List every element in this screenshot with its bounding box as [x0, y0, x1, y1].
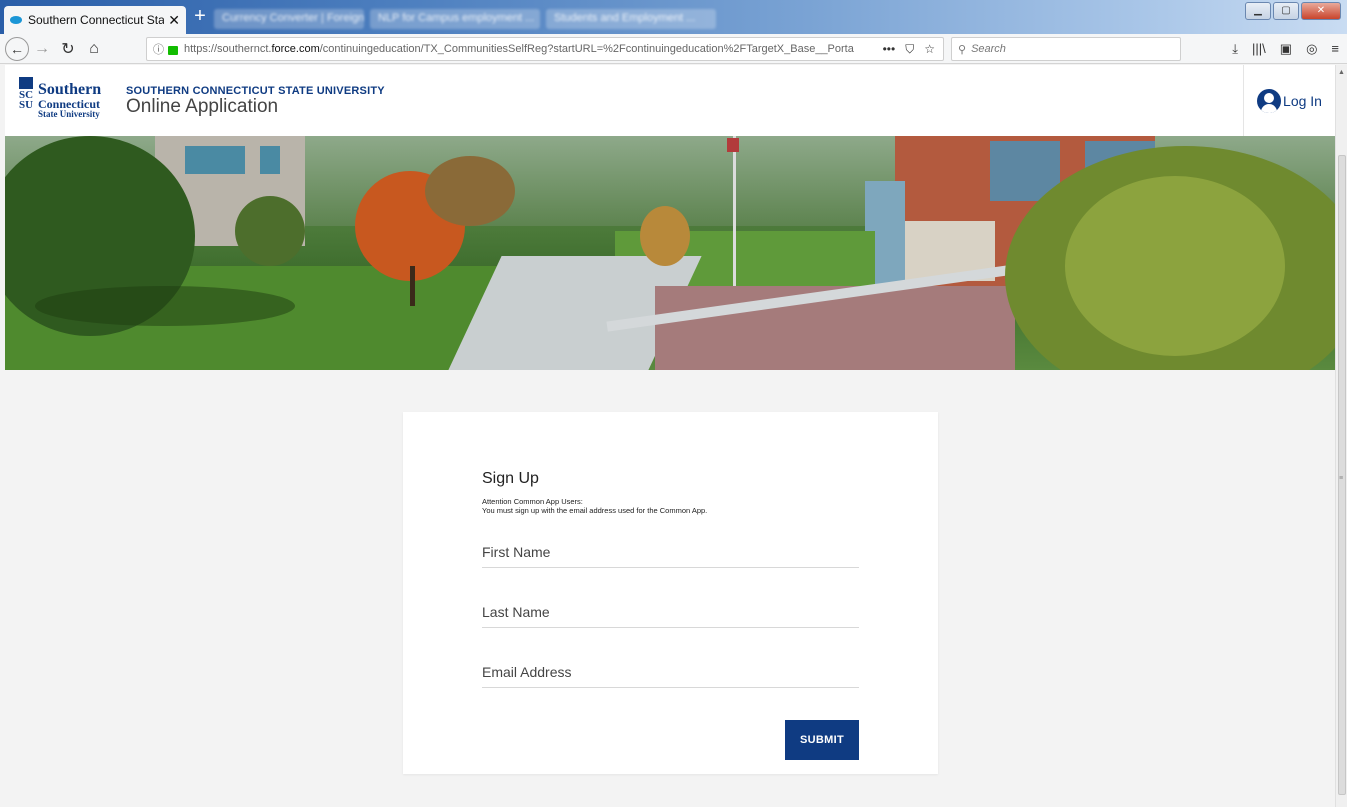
maximize-button[interactable]: ▢	[1273, 2, 1299, 20]
tab-inactive[interactable]: Currency Converter | Foreign ...	[214, 9, 364, 29]
download-icon[interactable]: ⤓	[1232, 37, 1238, 61]
tab-title: Southern Connecticut State Uni	[28, 13, 165, 27]
login-label: Log In	[1283, 92, 1322, 109]
tab-inactive[interactable]: NLP for Campus employment ...	[370, 9, 540, 29]
account-icon[interactable]: ◎	[1306, 37, 1317, 61]
back-arrow-icon[interactable]: ←	[5, 36, 29, 61]
user-icon	[1257, 88, 1282, 113]
login-button[interactable]: Log In	[1243, 65, 1335, 136]
info-icon[interactable]: ⓘ	[153, 41, 164, 57]
address-bar[interactable]: ⓘ https://southernct.force.com/continuin…	[146, 37, 944, 61]
tab-inactive[interactable]: Students and Employment ...	[546, 9, 716, 29]
pocket-icon[interactable]: ⛉	[905, 42, 914, 57]
browser-toolbar: ⤓ |||\ ▣ ◎ ≡	[1232, 37, 1339, 61]
page-scrollbar[interactable]: ▲ ≡	[1335, 65, 1347, 807]
page-content: SC SU Southern Connecticut State Univers…	[5, 65, 1335, 807]
home-icon[interactable]: ⌂	[81, 36, 107, 62]
submit-button[interactable]: SUBMIT	[785, 720, 859, 760]
tab-active[interactable]: Southern Connecticut State Uni ✕	[4, 6, 186, 34]
salesforce-cloud-icon	[10, 16, 22, 24]
window-close-button[interactable]: ✕	[1301, 2, 1341, 20]
new-tab-button[interactable]: +	[190, 6, 210, 28]
site-header: SC SU Southern Connecticut State Univers…	[5, 65, 1335, 136]
lock-icon[interactable]	[168, 45, 178, 55]
scrollbar-grip-icon: ≡	[1339, 475, 1344, 482]
tab-close-icon[interactable]: ✕	[168, 12, 180, 29]
sidebar-icon[interactable]: ▣	[1280, 37, 1292, 61]
search-placeholder: Search	[971, 43, 1006, 55]
form-title: Sign Up	[482, 470, 539, 487]
page-actions-menu-icon[interactable]: •••	[883, 42, 896, 57]
first-name-field[interactable]	[482, 536, 859, 568]
university-logo[interactable]: SC SU Southern Connecticut State Univers…	[19, 76, 115, 124]
menu-icon[interactable]: ≡	[1331, 37, 1339, 61]
forward-arrow-icon[interactable]: →	[29, 36, 55, 62]
search-icon: ⚲	[958, 43, 967, 56]
browser-tab-bar: Southern Connecticut State Uni ✕ + Curre…	[0, 0, 1347, 34]
reload-icon[interactable]: ↻	[55, 36, 81, 62]
common-app-notice: Attention Common App Users: You must sig…	[482, 497, 707, 515]
library-icon[interactable]: |||\	[1252, 37, 1266, 61]
browser-nav-bar: ← → ↻ ⌂ ⓘ https://southernct.force.com/c…	[0, 34, 1347, 64]
minimize-button[interactable]: ▁	[1245, 2, 1271, 20]
logo-wordmark: Southern Connecticut State University	[38, 80, 102, 119]
scroll-up-arrow-icon[interactable]: ▲	[1338, 69, 1345, 76]
notice-line-1: Attention Common App Users:	[482, 497, 583, 506]
page-actions: ••• ⛉ ☆	[883, 42, 943, 57]
logo-mark: SC SU	[19, 77, 35, 123]
search-input[interactable]: ⚲ Search	[951, 37, 1181, 61]
notice-line-2: You must sign up with the email address …	[482, 506, 708, 515]
bookmark-star-icon[interactable]: ☆	[924, 42, 935, 57]
url-text: https://southernct.force.com/continuinge…	[184, 43, 854, 55]
email-field[interactable]	[482, 656, 859, 688]
window-controls: ▁ ▢ ✕	[1245, 2, 1341, 20]
last-name-field[interactable]	[482, 596, 859, 628]
campus-banner-image	[5, 136, 1335, 370]
signup-card: Sign Up Attention Common App Users: You …	[403, 412, 938, 774]
page-title: Online Application	[126, 96, 279, 117]
